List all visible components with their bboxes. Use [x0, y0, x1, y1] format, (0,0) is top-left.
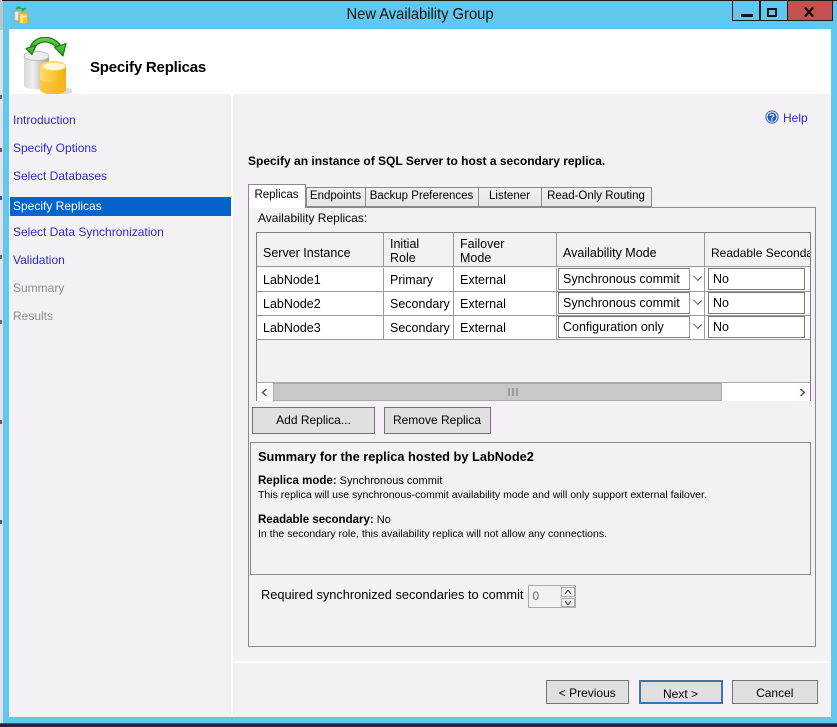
svg-text:?: ?	[769, 112, 775, 123]
